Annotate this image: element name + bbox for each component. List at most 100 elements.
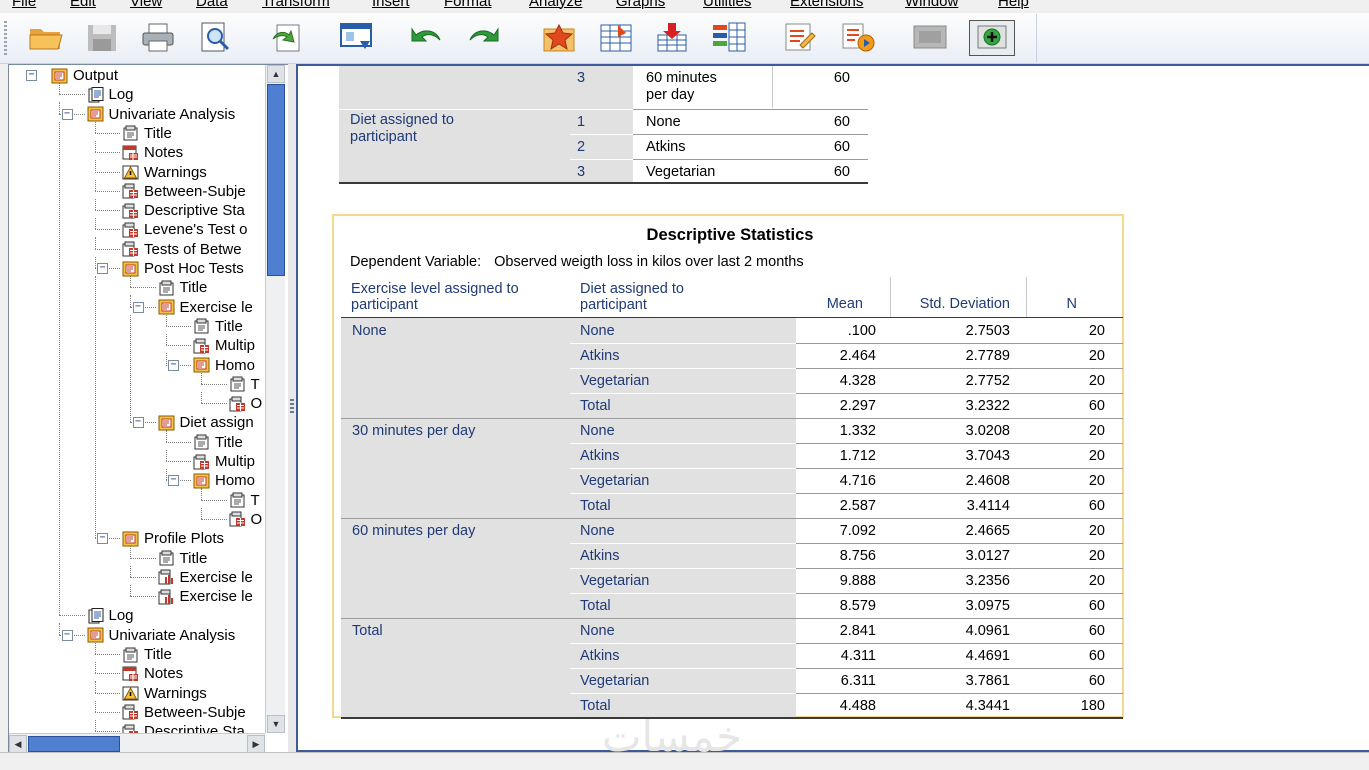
print-button[interactable] bbox=[136, 21, 180, 57]
outline-vertical-scrollbar[interactable]: ▲ ▼ bbox=[265, 65, 285, 733]
menu-insert[interactable]: Insert bbox=[372, 0, 410, 10]
export-icon bbox=[269, 21, 305, 58]
export-button[interactable] bbox=[265, 21, 309, 57]
split-file-button[interactable] bbox=[707, 21, 751, 57]
insert-cases-button[interactable] bbox=[650, 21, 694, 57]
tree-node-o[interactable]: O bbox=[229, 510, 262, 529]
tree-connector bbox=[130, 295, 131, 307]
menu-file[interactable]: File bbox=[12, 0, 36, 10]
menu-analyze[interactable]: Analyze bbox=[529, 0, 582, 10]
tree-node-title[interactable]: Title bbox=[122, 124, 172, 143]
tree-node-log[interactable]: Log bbox=[87, 606, 134, 625]
menu-extensions[interactable]: Extensions bbox=[790, 0, 863, 10]
tree-node-profile-plots[interactable]: Profile Plots bbox=[122, 529, 224, 548]
tree-node-univariate-analysis[interactable]: Univariate Analysis bbox=[87, 626, 235, 645]
menu-window[interactable]: Window bbox=[905, 0, 958, 10]
n-value: 60 bbox=[1088, 648, 1105, 664]
table-icon bbox=[229, 511, 246, 527]
tree-node-descriptive-sta[interactable]: Descriptive Sta bbox=[122, 201, 245, 220]
tree-node-homo[interactable]: Homo bbox=[193, 471, 255, 490]
recall-dialog-button[interactable] bbox=[334, 21, 378, 57]
tree-node-descriptive-sta[interactable]: Descriptive Sta bbox=[122, 722, 245, 733]
menu-utilities[interactable]: Utilities bbox=[703, 0, 751, 10]
tree-node-warnings[interactable]: Warnings bbox=[122, 684, 207, 703]
pane-splitter[interactable] bbox=[288, 64, 296, 752]
descriptive-statistics-table[interactable]: Descriptive Statistics Dependent Variabl… bbox=[332, 214, 1124, 719]
column-header-diet: Diet assigned to participant bbox=[580, 281, 684, 313]
tree-node-diet-assign[interactable]: Diet assign bbox=[158, 413, 254, 432]
tree-node-exercise-le[interactable]: Exercise le bbox=[158, 568, 253, 587]
collapse-toggle-icon[interactable]: − bbox=[168, 359, 179, 371]
designate-window-button[interactable] bbox=[778, 21, 822, 57]
scroll-right-arrow-icon[interactable]: ▶ bbox=[247, 735, 265, 753]
tree-node-log[interactable]: Log bbox=[87, 85, 134, 104]
tree-node-warnings[interactable]: Warnings bbox=[122, 163, 207, 182]
menu-transform[interactable]: Transform bbox=[262, 0, 330, 10]
tree-node-tests-of-betwe[interactable]: Tests of Betwe bbox=[122, 240, 242, 259]
tree-node-exercise-le[interactable]: Exercise le bbox=[158, 587, 253, 606]
scroll-left-arrow-icon[interactable]: ◀ bbox=[9, 735, 27, 753]
tree-node-t[interactable]: T bbox=[229, 375, 260, 394]
menu-edit[interactable]: Edit bbox=[70, 0, 96, 10]
group-icon bbox=[122, 531, 139, 547]
tree-node-label: Title bbox=[144, 124, 172, 142]
tree-node-title[interactable]: Title bbox=[122, 645, 172, 664]
tree-node-label: Exercise le bbox=[179, 298, 253, 316]
tree-node-t[interactable]: T bbox=[229, 491, 260, 510]
collapse-toggle-icon[interactable]: − bbox=[61, 629, 73, 641]
tree-node-label: Title bbox=[179, 279, 208, 297]
recall-dialog-icon bbox=[338, 21, 374, 58]
tree-node-post-hoc-tests[interactable]: Post Hoc Tests bbox=[122, 259, 244, 278]
tree-node-notes[interactable]: Notes bbox=[122, 143, 183, 162]
collapse-toggle-icon[interactable]: − bbox=[61, 108, 73, 120]
tree-node-between-subje[interactable]: Between-Subje bbox=[122, 182, 246, 201]
scroll-thumb[interactable] bbox=[28, 736, 120, 752]
tree-node-title[interactable]: Title bbox=[193, 317, 243, 336]
tree-node-multip[interactable]: Multip bbox=[193, 452, 255, 471]
collapse-toggle-icon[interactable]: − bbox=[26, 70, 37, 81]
scroll-thumb[interactable] bbox=[267, 84, 285, 276]
menu-format[interactable]: Format bbox=[444, 0, 492, 10]
run-script-button[interactable] bbox=[836, 21, 880, 57]
exercise-group-label: 30 minutes per day bbox=[352, 423, 476, 439]
menu-help[interactable]: Help bbox=[998, 0, 1029, 10]
undo-button[interactable] bbox=[404, 21, 448, 57]
diet-label: Atkins bbox=[580, 648, 620, 664]
tree-node-exercise-le[interactable]: Exercise le bbox=[158, 298, 253, 317]
outline-horizontal-scrollbar[interactable]: ◀ ▶ bbox=[9, 733, 265, 753]
menu-graphs[interactable]: Graphs bbox=[616, 0, 665, 10]
toggle-pane-button[interactable] bbox=[908, 21, 952, 57]
open-button[interactable] bbox=[24, 21, 68, 57]
collapse-toggle-icon[interactable]: − bbox=[132, 301, 144, 313]
undo-icon bbox=[408, 21, 444, 58]
tree-node-notes[interactable]: Notes bbox=[122, 664, 183, 683]
tree-node-univariate-analysis[interactable]: Univariate Analysis bbox=[87, 105, 235, 124]
tree-node-title[interactable]: Title bbox=[193, 433, 243, 452]
scroll-down-arrow-icon[interactable]: ▼ bbox=[267, 715, 285, 733]
tree-node-homo[interactable]: Homo bbox=[193, 356, 255, 375]
dependent-variable-label: Dependent Variable: bbox=[350, 254, 482, 270]
goto-variable-button[interactable] bbox=[594, 21, 638, 57]
print-preview-button[interactable] bbox=[193, 21, 237, 57]
tree-node-output[interactable]: Output bbox=[51, 66, 118, 85]
save-button[interactable] bbox=[80, 21, 124, 57]
tree-node-title[interactable]: Title bbox=[158, 278, 208, 297]
collapse-toggle-icon[interactable]: − bbox=[168, 475, 179, 487]
collapse-toggle-icon[interactable]: − bbox=[97, 263, 108, 274]
tree-connector bbox=[94, 190, 120, 192]
tree-node-multip[interactable]: Multip bbox=[193, 336, 255, 355]
tree-node-levene-s-test-o[interactable]: Levene's Test o bbox=[122, 220, 248, 239]
warning-icon bbox=[122, 685, 139, 701]
add-output-button[interactable] bbox=[969, 20, 1015, 56]
redo-button[interactable] bbox=[462, 21, 506, 57]
tree-node-title[interactable]: Title bbox=[158, 549, 207, 568]
collapse-toggle-icon[interactable]: − bbox=[132, 417, 144, 429]
collapse-toggle-icon[interactable]: − bbox=[97, 533, 108, 545]
tree-node-o[interactable]: O bbox=[229, 394, 262, 413]
tree-node-between-subje[interactable]: Between-Subje bbox=[122, 703, 246, 722]
toolbar-grip bbox=[4, 21, 7, 55]
menu-view[interactable]: View bbox=[130, 0, 162, 10]
scroll-up-arrow-icon[interactable]: ▲ bbox=[267, 65, 285, 83]
menu-data[interactable]: Data bbox=[196, 0, 228, 10]
goto-data-button[interactable] bbox=[537, 21, 581, 57]
